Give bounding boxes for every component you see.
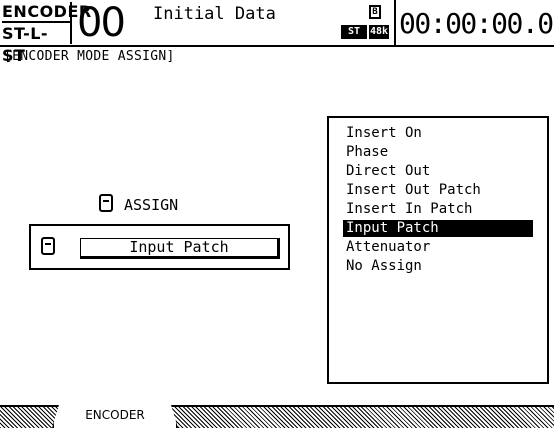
tab-encoder[interactable]: ENCODER xyxy=(52,403,178,428)
header-bar: ENCODER ST-L-ST 00 Initial Data B ST 48k… xyxy=(0,0,554,65)
scene-number: 00 xyxy=(77,0,126,46)
header-divider xyxy=(394,0,396,45)
mode-name: ENCODER xyxy=(2,2,92,23)
stereo-badge: ST xyxy=(341,25,367,39)
knob-icon xyxy=(99,194,113,212)
list-item[interactable]: Insert On xyxy=(343,125,533,142)
scene-title: Initial Data xyxy=(153,4,276,24)
assign-value-field[interactable]: Input Patch xyxy=(80,238,280,259)
list-item[interactable]: Phase xyxy=(343,144,533,161)
list-item-selected[interactable]: Input Patch xyxy=(343,220,533,237)
list-item[interactable]: Direct Out xyxy=(343,163,533,180)
knob-icon xyxy=(41,237,55,255)
list-item[interactable]: Insert Out Patch xyxy=(343,182,533,199)
page-title: [ENCODER MODE ASSIGN] xyxy=(4,49,175,64)
assign-label: ASSIGN xyxy=(124,196,179,214)
memory-icon: B xyxy=(369,5,381,19)
list-item[interactable]: No Assign xyxy=(343,258,533,275)
mode-submode: ST-L-ST xyxy=(2,24,49,65)
list-item[interactable]: Insert In Patch xyxy=(343,201,533,218)
timecode-display: 00:00:00.00 xyxy=(399,7,554,40)
mode-indicator: ENCODER ST-L-ST xyxy=(2,2,92,65)
list-item[interactable]: Attenuator xyxy=(343,239,533,256)
sample-rate-badge: 48k xyxy=(369,25,389,39)
